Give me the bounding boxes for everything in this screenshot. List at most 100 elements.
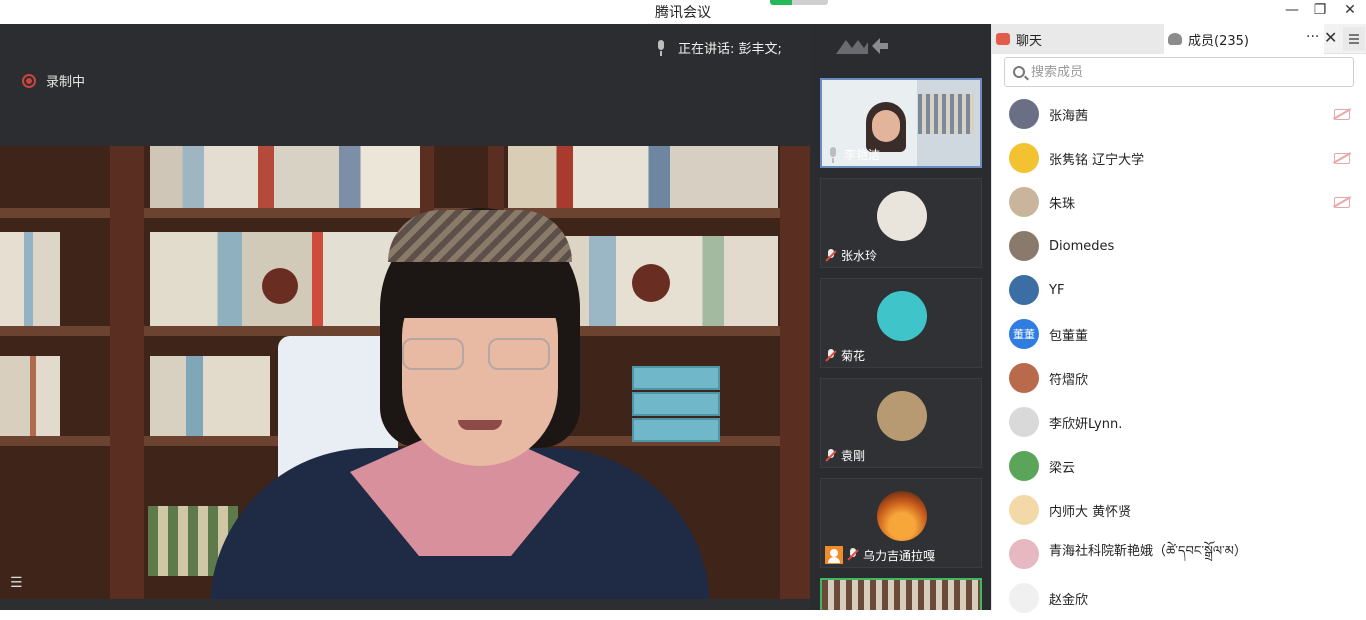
thumbnail-header [832, 34, 892, 60]
headband [388, 210, 572, 262]
thumbnail-tile[interactable]: 张水玲 [820, 178, 982, 268]
member-name: 赵金欣 [1049, 592, 1089, 608]
member-name: 内师大 黄怀贤 [1049, 504, 1132, 520]
thumbnail-tile[interactable]: 菊花 [820, 278, 982, 368]
camera-off-icon [1334, 196, 1350, 208]
close-panel-button[interactable]: ✕ [1324, 28, 1337, 47]
avatar [877, 191, 927, 241]
tab-members[interactable]: 成员(235) [1164, 24, 1324, 54]
member-row[interactable]: 张海茜 [992, 92, 1366, 136]
glasses-left [402, 338, 464, 370]
member-row[interactable]: 青海社科院靳艳娥（ཚེ་དབང་སྒྲོལ་མ） [992, 532, 1366, 576]
main-video-area: 录制中 正在讲话: 彭丰文; ☰ [0, 24, 810, 610]
thumbnail-label: 菊花 [825, 347, 865, 364]
member-row[interactable]: 符熠欣 [992, 356, 1366, 400]
microphone-icon [826, 146, 840, 163]
thumbnail-bookshelf [918, 94, 974, 134]
tab-members-label: 成员(235) [1188, 33, 1249, 49]
thumbnail-tile[interactable]: 袁剛 [820, 378, 982, 468]
muted-mic-icon [825, 248, 837, 263]
glasses-right [488, 338, 550, 370]
side-panel: 聊天 成员(235) ··· ✕ 张海茜张隽铭 辽宁大学朱珠 Diomedes YF… [991, 24, 1366, 613]
recording-indicator[interactable]: 录制中 [22, 71, 85, 90]
member-row[interactable]: 董董 包董董 [992, 312, 1366, 356]
member-row[interactable]: 李欣妍Lynn. [992, 400, 1366, 444]
muted-mic-icon [847, 548, 859, 562]
active-speaker: 正在讲话: 彭丰文; [654, 38, 782, 57]
member-name: 青海社科院靳艳娥（ཚེ་དབང་སྒྲོལ་མ） [1049, 543, 1247, 559]
avatar [1009, 143, 1039, 173]
member-row[interactable]: 梁云 [992, 444, 1366, 488]
member-name: 符熠欣 [1049, 372, 1089, 388]
search-icon [1013, 66, 1025, 78]
avatar [1009, 99, 1039, 129]
member-search[interactable] [1004, 57, 1354, 87]
minimize-button[interactable]: — [1277, 0, 1307, 22]
search-input[interactable] [1031, 64, 1331, 80]
close-window-button[interactable]: ✕ [1335, 0, 1365, 22]
avatar [877, 291, 927, 341]
member-name: 朱珠 [1049, 196, 1076, 212]
video-top-band: 录制中 正在讲话: 彭丰文; [0, 24, 810, 146]
tab-chat-label: 聊天 [1016, 33, 1043, 49]
bottom-strip [0, 599, 810, 610]
thumbnail-name: 菊花 [841, 349, 866, 363]
avatar [1009, 363, 1039, 393]
more-options-button[interactable]: ··· [1306, 29, 1319, 45]
avatar [1009, 495, 1039, 525]
avatar [877, 391, 927, 441]
speaker-video [0, 146, 810, 610]
collapse-arrow-icon[interactable] [832, 34, 892, 58]
thumbnail-label: 袁剛 [825, 447, 865, 464]
thumbnail-label: 张水玲 [825, 247, 877, 264]
recording-label: 录制中 [46, 75, 86, 90]
thumbnail-name: 袁剛 [841, 449, 866, 463]
avatar [877, 491, 927, 541]
thumbnail-tile-partial[interactable] [820, 578, 982, 610]
thumbnail-video-bg [822, 580, 980, 610]
panel-menu-button[interactable] [1343, 27, 1365, 51]
muted-mic-icon [825, 448, 837, 463]
member-name: 张隽铭 辽宁大学 [1049, 152, 1145, 168]
member-row[interactable]: 张隽铭 辽宁大学 [992, 136, 1366, 180]
window-title: 腾讯会议 [655, 5, 711, 21]
shelf-pillar [110, 146, 144, 610]
member-name: Diomedes [1049, 238, 1115, 254]
thumbnail-face [872, 110, 900, 142]
member-row[interactable]: Diomedes [992, 224, 1366, 268]
avatar [1009, 451, 1039, 481]
tab-chat[interactable]: 聊天 [992, 24, 1164, 54]
member-row[interactable]: 朱珠 [992, 180, 1366, 224]
thumbnail-name: 李艳洁 [844, 148, 881, 162]
thumbnail-name: 张水玲 [841, 249, 878, 263]
record-icon [22, 73, 36, 88]
member-row[interactable]: 内师大 黄怀贤 [992, 488, 1366, 532]
list-toggle-button[interactable]: ☰ [10, 575, 23, 591]
chat-icon [996, 33, 1010, 45]
books [0, 356, 60, 436]
mouth [458, 420, 502, 430]
thumbnail-tile[interactable]: 乌力吉通拉嘎 [820, 478, 982, 568]
member-row[interactable]: YF [992, 268, 1366, 312]
avatar [1009, 231, 1039, 261]
member-name: 梁云 [1049, 460, 1076, 476]
thumbnail-label: 乌力吉通拉嘎 [825, 546, 935, 564]
books [508, 146, 778, 208]
restore-button[interactable]: ❐ [1305, 0, 1335, 22]
title-bar: 腾讯会议 — ❐ ✕ [0, 0, 1366, 24]
microphone-icon [654, 39, 668, 56]
member-row[interactable]: 赵金欣 [992, 576, 1366, 620]
avatar: 董董 [1009, 319, 1039, 349]
avatar [1009, 407, 1039, 437]
thumbnail-name: 乌力吉通拉嘎 [863, 548, 936, 563]
camera-off-icon [1334, 108, 1350, 120]
thumbnail-video-tile[interactable]: 李艳洁 [820, 78, 982, 168]
avatar [1009, 275, 1039, 305]
avatar [1009, 187, 1039, 217]
camera-off-icon [1334, 152, 1350, 164]
member-name: 李欣妍Lynn. [1049, 416, 1123, 432]
member-name: 包董董 [1049, 328, 1089, 344]
books [0, 232, 60, 326]
member-name: 张海茜 [1049, 108, 1089, 124]
muted-mic-icon [825, 348, 837, 363]
